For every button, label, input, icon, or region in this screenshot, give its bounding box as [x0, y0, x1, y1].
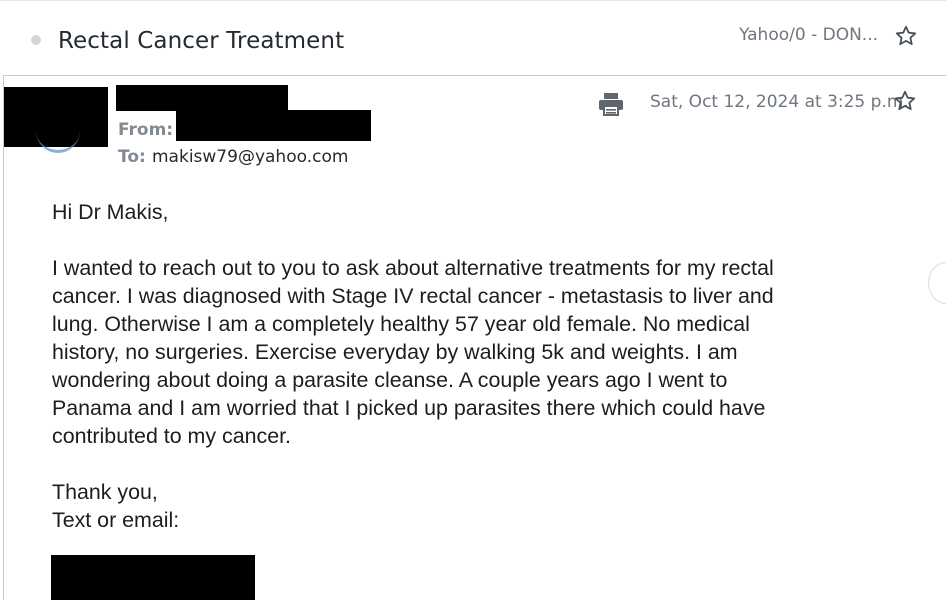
body-paragraph: I wanted to reach out to you to ask abou… [52, 256, 774, 448]
redacted-contact [51, 555, 255, 600]
printer-icon[interactable] [597, 91, 625, 117]
body-closing: Thank you, Text or email: [52, 480, 180, 532]
star-icon[interactable] [894, 24, 918, 48]
star-icon[interactable] [893, 89, 917, 113]
unread-indicator[interactable] [31, 35, 41, 45]
recipient-address[interactable]: makisw79@yahoo.com [152, 147, 348, 167]
to-label: To: [118, 147, 146, 167]
subject-header: Rectal Cancer Treatment Yahoo/0 - DON... [0, 0, 946, 77]
redacted-sender-email [176, 110, 371, 141]
from-label: From: [118, 120, 174, 140]
folder-label[interactable]: Yahoo/0 - DON... [739, 25, 878, 45]
email-viewer: Rectal Cancer Treatment Yahoo/0 - DON...… [0, 0, 946, 600]
body-greeting: Hi Dr Makis, [52, 200, 169, 224]
redacted-sender-name [116, 85, 288, 111]
subject-title: Rectal Cancer Treatment [58, 28, 345, 54]
message-date: Sat, Oct 12, 2024 at 3:25 p.m. [650, 92, 909, 112]
